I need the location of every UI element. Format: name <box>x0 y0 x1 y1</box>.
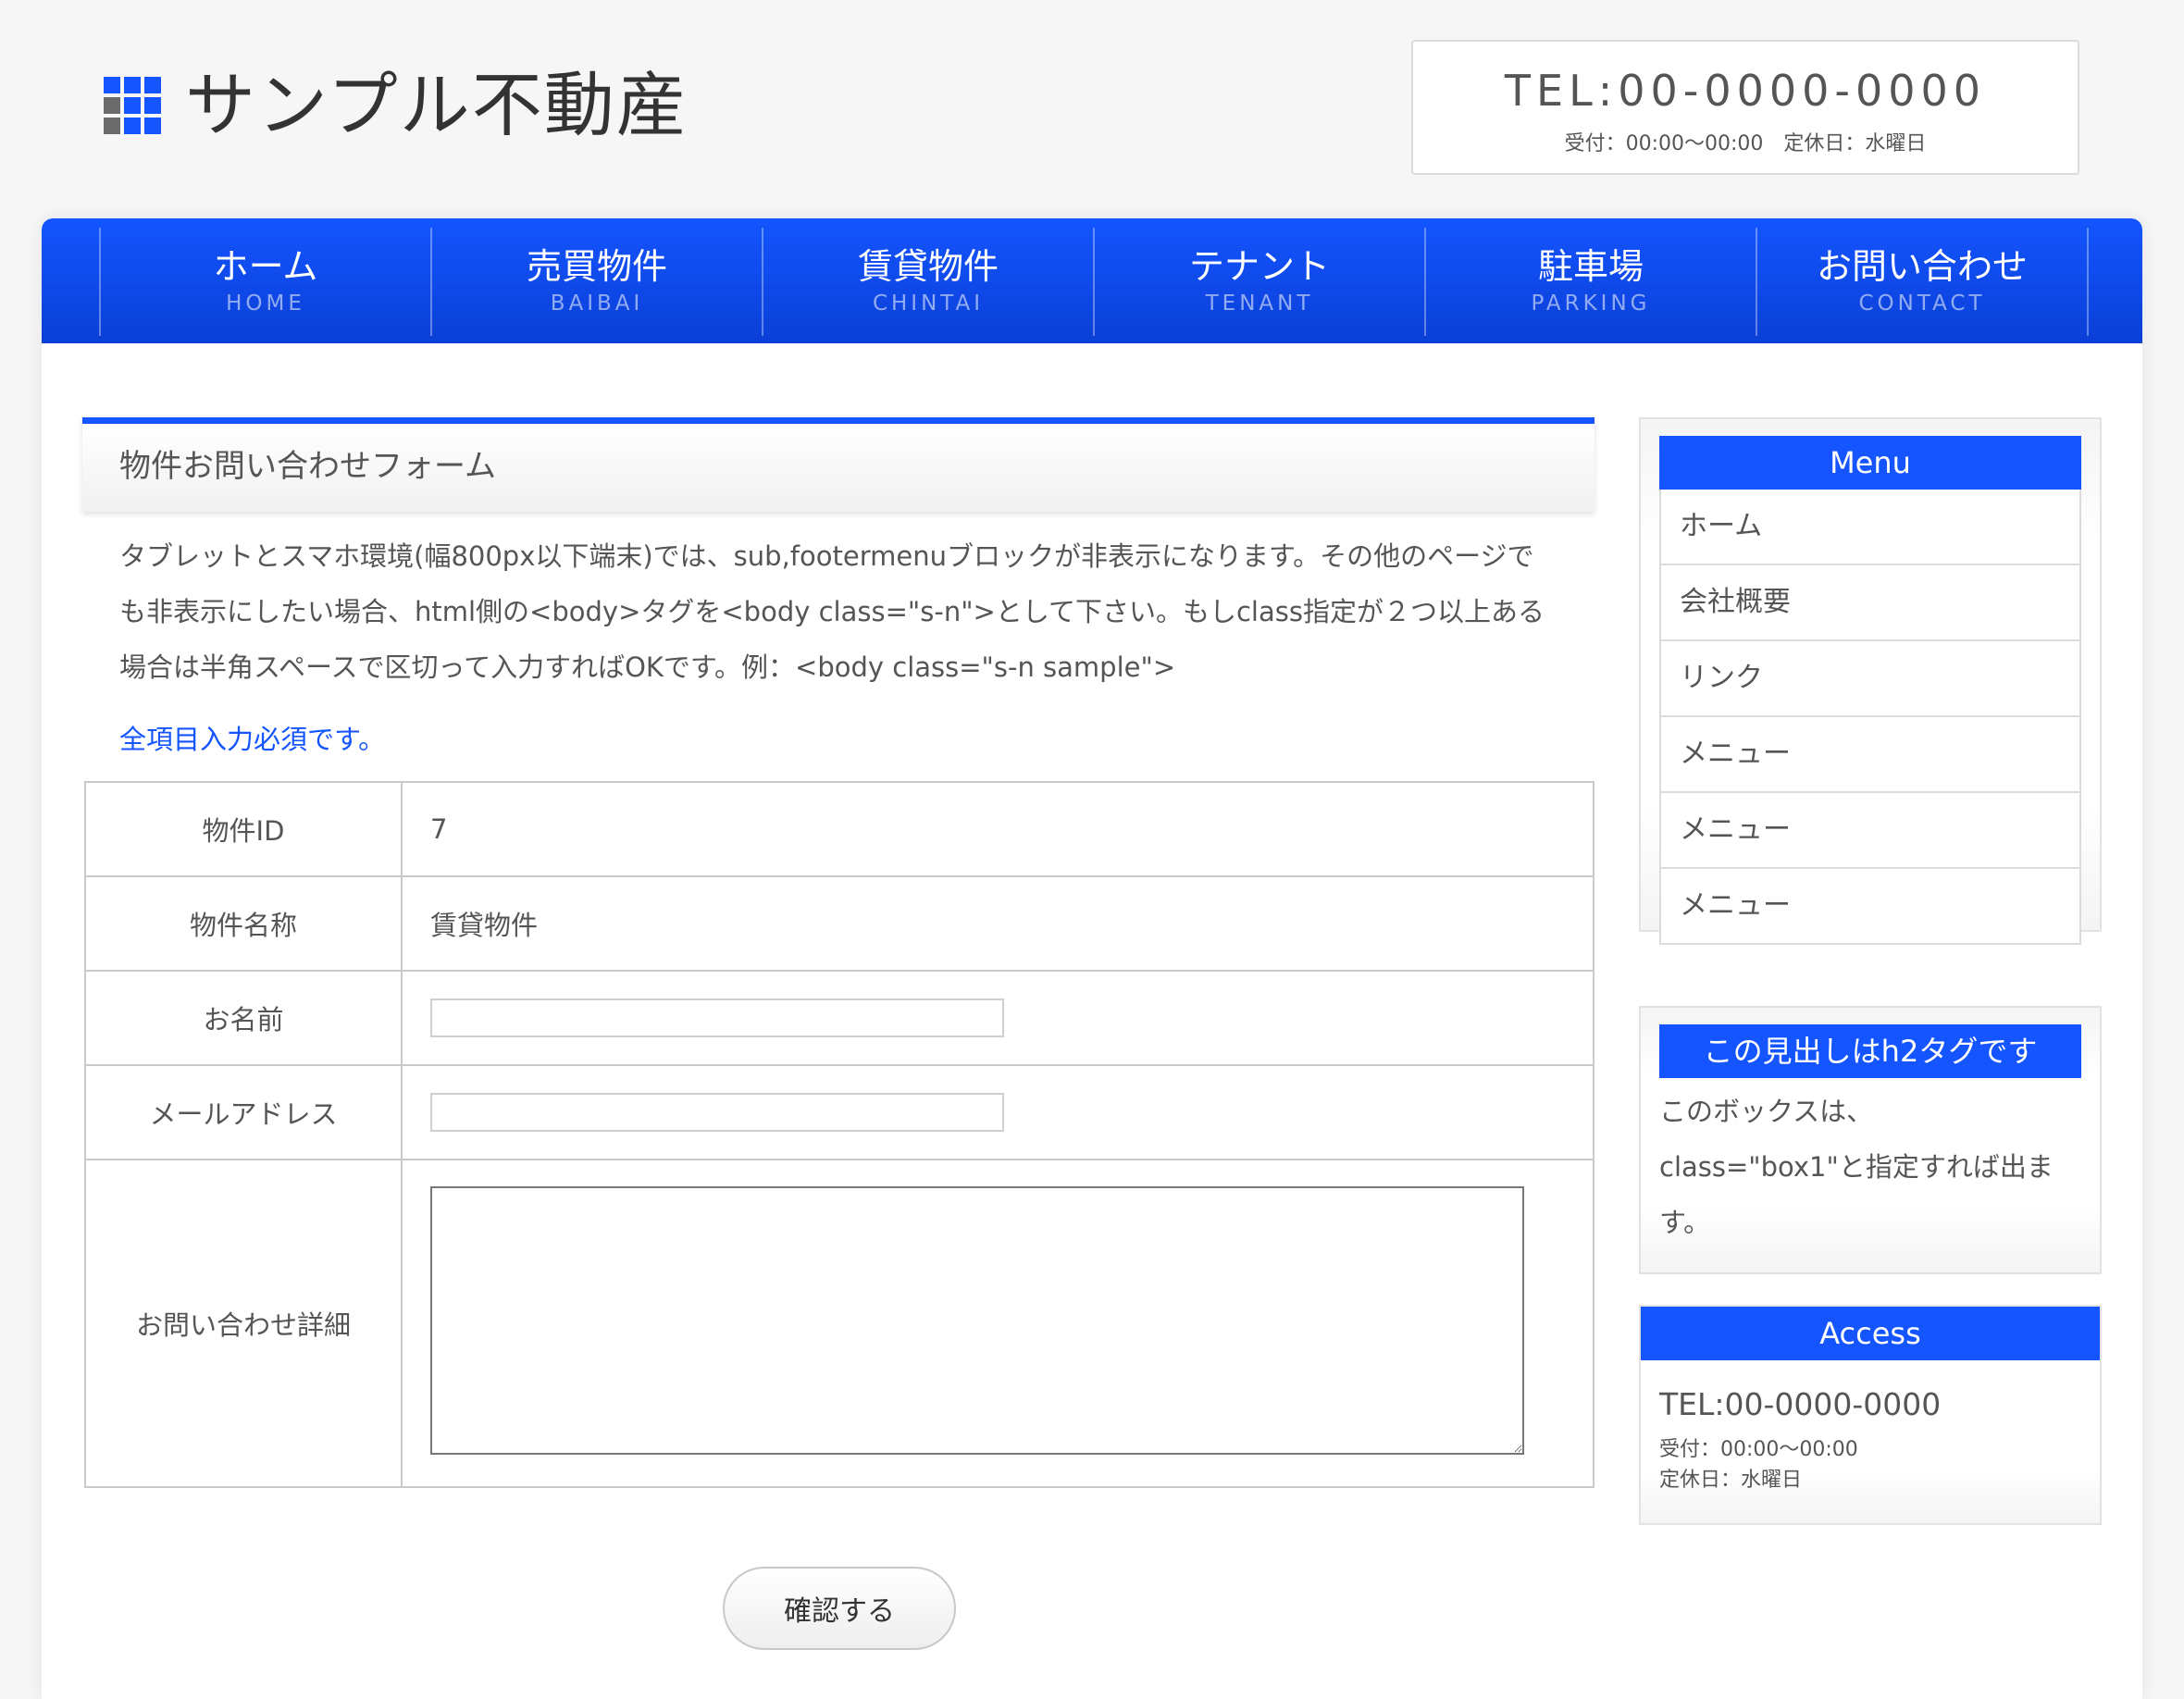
access-holiday: 定休日：水曜日 <box>1659 1469 1803 1492</box>
page-title: 物件お問い合わせフォーム <box>82 417 1595 512</box>
sidebar-info-box: この見出しはh2タグです このボックスは、class="box1"と指定すれば出… <box>1639 1006 2102 1274</box>
nav-sublabel: PARKING <box>1531 291 1651 316</box>
nav-item-home[interactable]: ホーム HOME <box>101 228 432 336</box>
main-nav: ホーム HOME 売買物件 BAIBAI 賃貸物件 CHINTAI テナント T… <box>42 218 2142 343</box>
nav-item-tenant[interactable]: テナント TENANT <box>1095 228 1426 336</box>
main-content: 物件お問い合わせフォーム タブレットとスマホ環境(幅800px以下端末)では、s… <box>82 417 1595 1488</box>
sidebar-menu-title: Menu <box>1659 436 2081 490</box>
nav-label: 売買物件 <box>526 246 667 287</box>
grid-logo-icon <box>104 77 161 134</box>
sidebar-item-home[interactable]: ホーム <box>1661 490 2079 565</box>
email-label: メールアドレス <box>84 1064 403 1160</box>
inquiry-detail-textarea[interactable] <box>430 1185 1524 1455</box>
property-id-label: 物件ID <box>84 781 403 877</box>
property-id-value: 7 <box>401 781 1595 877</box>
access-hours: 受付：00:00〜00:00 <box>1659 1438 1858 1461</box>
site-logo[interactable]: サンプル不動産 <box>104 61 689 150</box>
nav-list: ホーム HOME 売買物件 BAIBAI 賃貸物件 CHINTAI テナント T… <box>99 228 2089 336</box>
nav-label: お問い合わせ <box>1816 246 2028 287</box>
table-row: 物件ID 7 <box>84 781 1595 877</box>
nav-sublabel: HOME <box>226 291 305 316</box>
header-hours: 受付：00:00〜00:00 定休日：水曜日 <box>1564 132 1927 155</box>
property-name-label: 物件名称 <box>84 875 403 972</box>
table-row: お問い合わせ詳細 <box>84 1159 1595 1488</box>
sidebar-item-menu[interactable]: メニュー <box>1661 869 2079 943</box>
nav-label: テナント <box>1188 246 1330 287</box>
inquiry-detail-cell <box>401 1159 1595 1488</box>
intro-text: タブレットとスマホ環境(幅800px以下端末)では、sub,footermenu… <box>119 540 1545 683</box>
nav-item-baibai[interactable]: 売買物件 BAIBAI <box>432 228 763 336</box>
nav-sublabel: CONTACT <box>1858 291 1986 316</box>
access-tel: TEL:00-0000-0000 <box>1659 1386 1942 1422</box>
sidebar-info-title: この見出しはh2タグです <box>1659 1024 2081 1078</box>
nav-sublabel: BAIBAI <box>550 291 644 316</box>
site-header: サンプル不動産 TEL:00-0000-0000 受付：00:00〜00:00 … <box>0 0 2184 218</box>
nav-item-chintai[interactable]: 賃貸物件 CHINTAI <box>763 228 1095 336</box>
email-cell <box>401 1064 1595 1160</box>
sidebar-item-company[interactable]: 会社概要 <box>1661 565 2079 641</box>
sidebar-menu-list: ホーム 会社概要 リンク メニュー メニュー メニュー <box>1659 490 2081 945</box>
inquiry-detail-label: お問い合わせ詳細 <box>84 1159 403 1488</box>
header-tel: TEL:00-0000-0000 <box>1504 66 1987 116</box>
sidebar-item-menu[interactable]: メニュー <box>1661 717 2079 793</box>
confirm-button[interactable]: 確認する <box>723 1567 956 1650</box>
name-label: お名前 <box>84 970 403 1066</box>
inquiry-form-table: 物件ID 7 物件名称 賃貸物件 お名前 メールアドレス お問い合わせ詳細 <box>84 781 1595 1488</box>
nav-label: ホーム <box>213 246 318 287</box>
nav-label: 駐車場 <box>1537 246 1644 287</box>
nav-sublabel: CHINTAI <box>872 291 985 316</box>
table-row: 物件名称 賃貸物件 <box>84 875 1595 972</box>
nav-item-contact[interactable]: お問い合わせ CONTACT <box>1757 228 2089 336</box>
sidebar-access-title: Access <box>1641 1307 2100 1360</box>
site-title[interactable]: サンプル不動産 <box>185 61 689 150</box>
header-contact-box: TEL:00-0000-0000 受付：00:00〜00:00 定休日：水曜日 <box>1411 40 2079 175</box>
nav-label: 賃貸物件 <box>857 246 999 287</box>
nav-sublabel: TENANT <box>1205 291 1314 316</box>
name-field[interactable] <box>430 998 1004 1037</box>
page-container: ホーム HOME 売買物件 BAIBAI 賃貸物件 CHINTAI テナント T… <box>42 218 2142 1699</box>
nav-item-parking[interactable]: 駐車場 PARKING <box>1426 228 1757 336</box>
sidebar-info-text: このボックスは、class="box1"と指定すれば出ます。 <box>1659 1096 2054 1238</box>
sidebar-access-box: Access TEL:00-0000-0000 受付：00:00〜00:00 定… <box>1639 1305 2102 1525</box>
email-field[interactable] <box>430 1093 1004 1132</box>
table-row: お名前 <box>84 970 1595 1066</box>
sidebar-item-links[interactable]: リンク <box>1661 641 2079 717</box>
sidebar-menu-box: Menu ホーム 会社概要 リンク メニュー メニュー メニュー <box>1639 417 2102 945</box>
property-name-value: 賃貸物件 <box>401 875 1595 972</box>
sidebar-item-menu[interactable]: メニュー <box>1661 793 2079 869</box>
table-row: メールアドレス <box>84 1064 1595 1160</box>
name-cell <box>401 970 1595 1066</box>
required-note: 全項目入力必須です。 <box>119 724 386 755</box>
